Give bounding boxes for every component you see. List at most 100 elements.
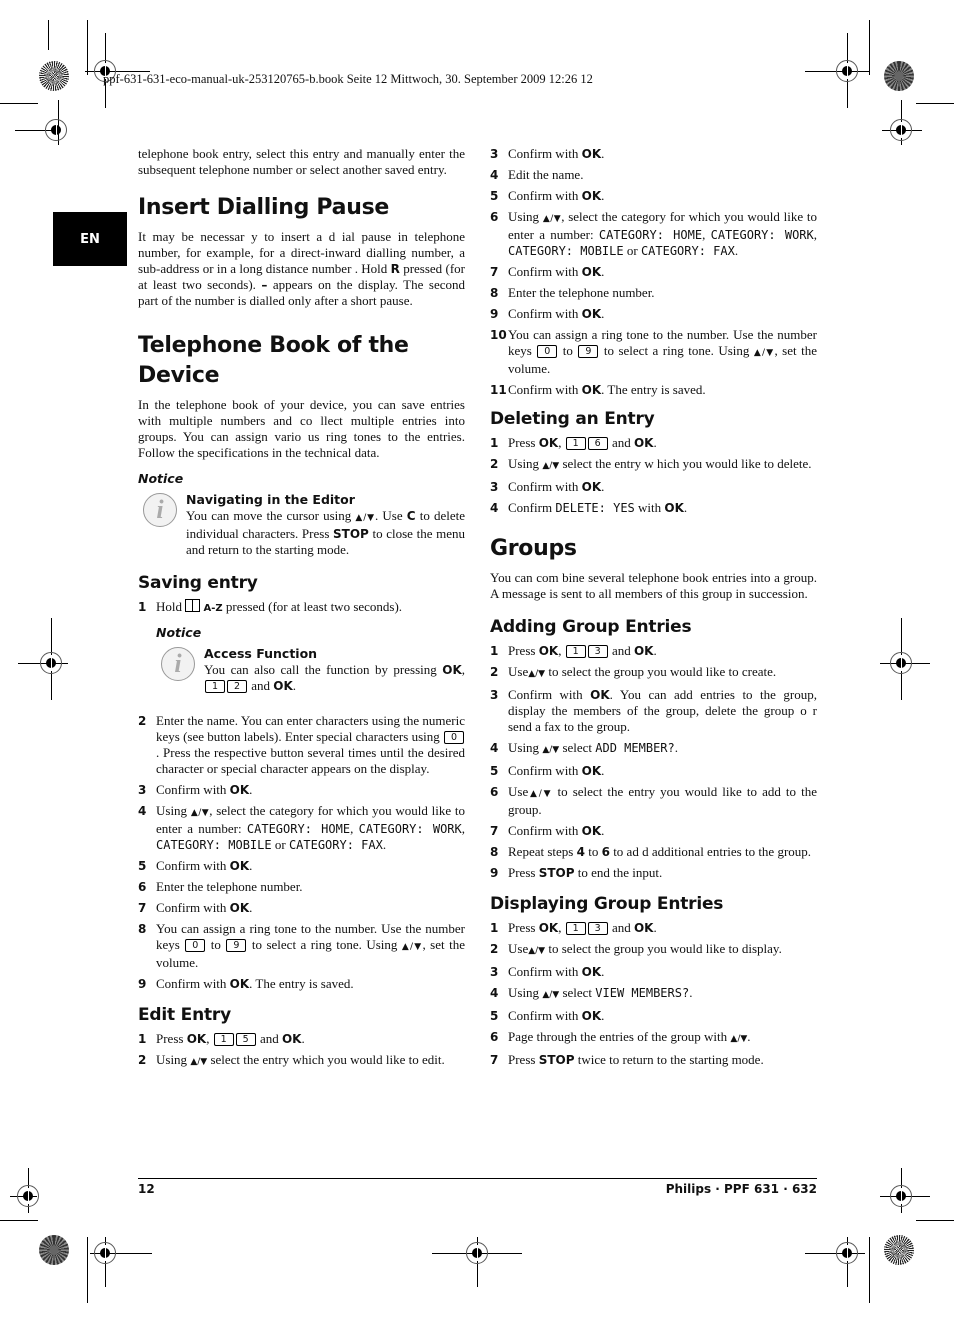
adding-steps: 1 Press OK, 13 and OK. 2 Use▲/▼ to select …: [490, 643, 817, 881]
list-item: 1 Press OK, 13 and OK.: [490, 920, 657, 935]
list-item: 6 Using ▲/▼, select the category for whic…: [490, 209, 818, 258]
registration-mark-icon: [17, 1185, 39, 1207]
groups-paragraph: You can com bine several telephone book …: [490, 570, 817, 601]
list-item: 3 Confirm with OK.: [490, 964, 605, 979]
heading-saving-entry: Saving entry: [138, 573, 258, 593]
key-1: 1: [565, 437, 586, 450]
list-item: 1 Press OK, 16 and OK.: [490, 435, 657, 450]
intro-paragraph: telephone book entry, select this entry …: [138, 146, 465, 177]
footer-rule: [138, 1178, 817, 1179]
list-item: 2 Use▲/▼ to select the group you would li…: [490, 941, 782, 956]
key-3: 3: [587, 645, 608, 658]
list-item: 2 Using ▲/▼ select the entry w hich you w…: [490, 456, 812, 471]
list-item: 7 Confirm with OK.: [490, 264, 605, 279]
language-tab: EN: [53, 212, 127, 266]
list-item: 2 Enter the name. You can enter character…: [138, 713, 465, 776]
list-item: 3 Confirm with OK. You can add entries to…: [490, 687, 817, 734]
list-item: 7 Confirm with OK.: [490, 823, 605, 838]
list-item: 4 Confirm DELETE: YES with OK.: [490, 500, 688, 515]
notice-access-function: i Access Function You can also call the …: [156, 645, 465, 694]
page-number: 12: [138, 1182, 155, 1196]
heading-insert-dialling-pause: Insert Dialling Pause: [138, 195, 389, 220]
print-header: ppf-631-631-eco-manual-uk-253120765-b.bo…: [103, 72, 593, 86]
phonebook-icon: [185, 599, 201, 612]
up-down-arrows-icon: ▲/▼: [542, 461, 560, 471]
notice-label: Notice: [138, 471, 184, 486]
registration-star-icon: [39, 61, 69, 91]
list-item: 3 Confirm with OK.: [490, 479, 605, 494]
up-down-arrows-icon: ▲/▼: [730, 1034, 748, 1044]
list-item: 8 Repeat steps 4 to 6 to ad d additional …: [490, 844, 812, 859]
list-item: 4 Using ▲/▼ select ADD MEMBER?.: [490, 740, 679, 755]
list-item: 2 Using ▲/▼ select the entry which you wo…: [138, 1052, 445, 1067]
list-item: 4 Using ▲/▼, select the category for whic…: [138, 803, 466, 852]
list-item: 11 Confirm with OK. The entry is saved.: [490, 382, 706, 397]
info-icon: i: [161, 647, 195, 681]
saving-steps: 1 Hold A-Z pressed (for at least two seco…: [138, 599, 465, 992]
list-item: 5 Confirm with OK.: [490, 1008, 605, 1023]
up-down-arrows-icon: ▲/▼: [542, 214, 562, 224]
key-3: 3: [587, 922, 608, 935]
up-down-arrows-icon: ▲/▼: [528, 789, 553, 799]
pause-paragraph: It may be necessar y to insert a d ial p…: [138, 229, 465, 308]
notice-navigating-editor: i Navigating in the Editor You can move …: [138, 491, 465, 558]
key-1: 1: [565, 922, 586, 935]
list-item: 7 Confirm with OK.: [138, 900, 253, 915]
left-column: telephone book entry, select this entry …: [138, 146, 465, 1075]
up-down-arrows-icon: ▲/▼: [542, 990, 560, 1000]
heading-groups: Groups: [490, 536, 577, 561]
registration-mark-icon: [40, 652, 62, 674]
notice-title: Access Function: [204, 646, 318, 661]
list-item: 3 Confirm with OK.: [138, 782, 253, 797]
edit-steps: 1 Press OK, 15 and OK. 2 Using ▲/▼ select …: [138, 1031, 465, 1070]
list-item: 1 Press OK, 15 and OK.: [138, 1031, 305, 1046]
registration-mark-icon: [94, 1242, 116, 1264]
up-down-arrows-icon: ▲/▼: [190, 808, 210, 818]
heading-edit-entry: Edit Entry: [138, 1005, 231, 1025]
key-0: 0: [537, 345, 558, 358]
info-icon: i: [143, 493, 177, 527]
up-down-arrows-icon: ▲/▼: [190, 1057, 208, 1067]
edit-steps-continued: 3 Confirm with OK. 4 Edit the name. 5 Confi…: [490, 146, 817, 398]
key-9: 9: [578, 345, 599, 358]
registration-star-icon: [884, 1235, 914, 1265]
up-down-arrows-icon: ▲/▼: [528, 669, 546, 679]
registration-mark-icon: [45, 119, 67, 141]
list-item: 9 Press STOP to end the input.: [490, 865, 663, 880]
registration-mark-icon: [890, 1185, 912, 1207]
key-1: 1: [565, 645, 586, 658]
registration-star-icon: [884, 61, 914, 91]
key-1: 1: [205, 680, 225, 693]
key-1: 1: [213, 1033, 234, 1046]
key-5: 5: [235, 1033, 256, 1046]
heading-adding-group-entries: Adding Group Entries: [490, 617, 692, 637]
list-item: 1 Hold A-Z pressed (for at least two seco…: [138, 599, 465, 694]
registration-mark-icon: [466, 1242, 488, 1264]
heading-displaying-group-entries: Displaying Group Entries: [490, 894, 724, 914]
registration-star-icon: [39, 1235, 69, 1265]
list-item: 4 Edit the name.: [490, 167, 584, 182]
list-item: 3 Confirm with OK.: [490, 146, 605, 161]
list-item: 6 Use▲/▼ to select the entry you would li…: [490, 784, 818, 817]
key-0: 0: [444, 731, 464, 744]
phonebook-paragraph: In the telephone book of your device, yo…: [138, 397, 465, 460]
up-down-arrows-icon: ▲/▼: [753, 348, 775, 358]
up-down-arrows-icon: ▲/▼: [401, 942, 423, 952]
registration-mark-icon: [836, 60, 858, 82]
deleting-steps: 1 Press OK, 16 and OK. 2 Using ▲/▼ select …: [490, 435, 817, 516]
registration-mark-icon: [890, 119, 912, 141]
product-name: Philips · PPF 631 · 632: [665, 1182, 817, 1196]
up-down-arrows-icon: ▲/▼: [542, 745, 560, 755]
registration-mark-icon: [890, 652, 912, 674]
list-item: 5 Confirm with OK.: [138, 858, 253, 873]
heading-deleting-entry: Deleting an Entry: [490, 409, 655, 429]
key-r: R: [390, 262, 400, 276]
list-item: 9 Confirm with OK.: [490, 306, 605, 321]
key-9: 9: [226, 939, 247, 952]
up-down-arrows-icon: ▲/▼: [355, 513, 375, 523]
list-item: 10 You can assign a ring tone to the numb…: [490, 327, 817, 376]
list-item: 5 Confirm with OK.: [490, 188, 605, 203]
list-item: 8 You can assign a ring tone to the numbe…: [138, 921, 465, 970]
key-2: 2: [227, 680, 247, 693]
right-column: 3 Confirm with OK. 4 Edit the name. 5 Confi…: [490, 146, 817, 1073]
